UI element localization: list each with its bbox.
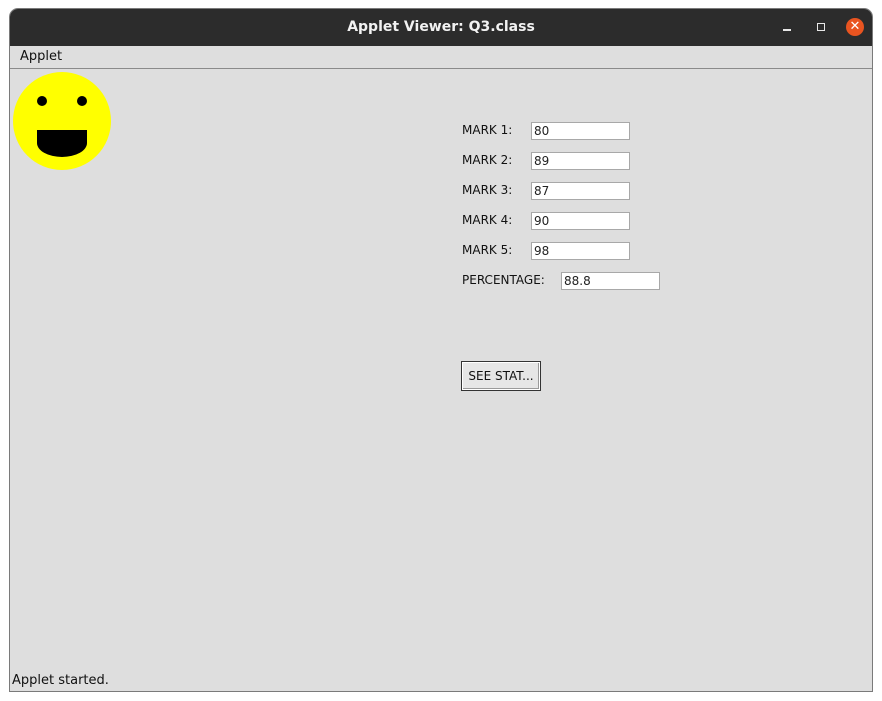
mark-4-field[interactable]: 90 xyxy=(531,212,630,230)
mark-1-label: MARK 1: xyxy=(462,123,513,137)
smiley-face-icon xyxy=(13,72,111,170)
minimize-button[interactable] xyxy=(778,18,796,36)
mark-5-field[interactable]: 98 xyxy=(531,242,630,260)
minimize-icon xyxy=(783,29,791,31)
mark-2-label: MARK 2: xyxy=(462,153,513,167)
percentage-field[interactable]: 88.8 xyxy=(561,272,660,290)
mark-1-field[interactable]: 80 xyxy=(531,122,630,140)
maximize-button[interactable] xyxy=(812,18,830,36)
right-eye xyxy=(77,96,87,106)
see-stat-button[interactable]: SEE STAT... xyxy=(461,361,541,391)
title-bar[interactable]: Applet Viewer: Q3.class ✕ xyxy=(10,9,872,46)
window-title: Applet Viewer: Q3.class xyxy=(347,19,535,35)
close-icon: ✕ xyxy=(846,18,864,36)
mark-4-label: MARK 4: xyxy=(462,213,513,227)
menu-bar: Applet xyxy=(10,46,872,69)
status-bar-text: Applet started. xyxy=(12,673,109,688)
close-button[interactable]: ✕ xyxy=(846,18,864,36)
maximize-icon xyxy=(817,23,825,31)
mark-3-field[interactable]: 87 xyxy=(531,182,630,200)
mark-3-label: MARK 3: xyxy=(462,183,513,197)
left-eye xyxy=(37,96,47,106)
mark-5-label: MARK 5: xyxy=(462,243,513,257)
mark-2-field[interactable]: 89 xyxy=(531,152,630,170)
mouth xyxy=(37,130,87,157)
applet-viewer-window: Applet Viewer: Q3.class ✕ Applet MARK 1:… xyxy=(9,8,873,692)
menu-applet[interactable]: Applet xyxy=(20,49,62,64)
percentage-label: PERCENTAGE: xyxy=(462,273,545,287)
